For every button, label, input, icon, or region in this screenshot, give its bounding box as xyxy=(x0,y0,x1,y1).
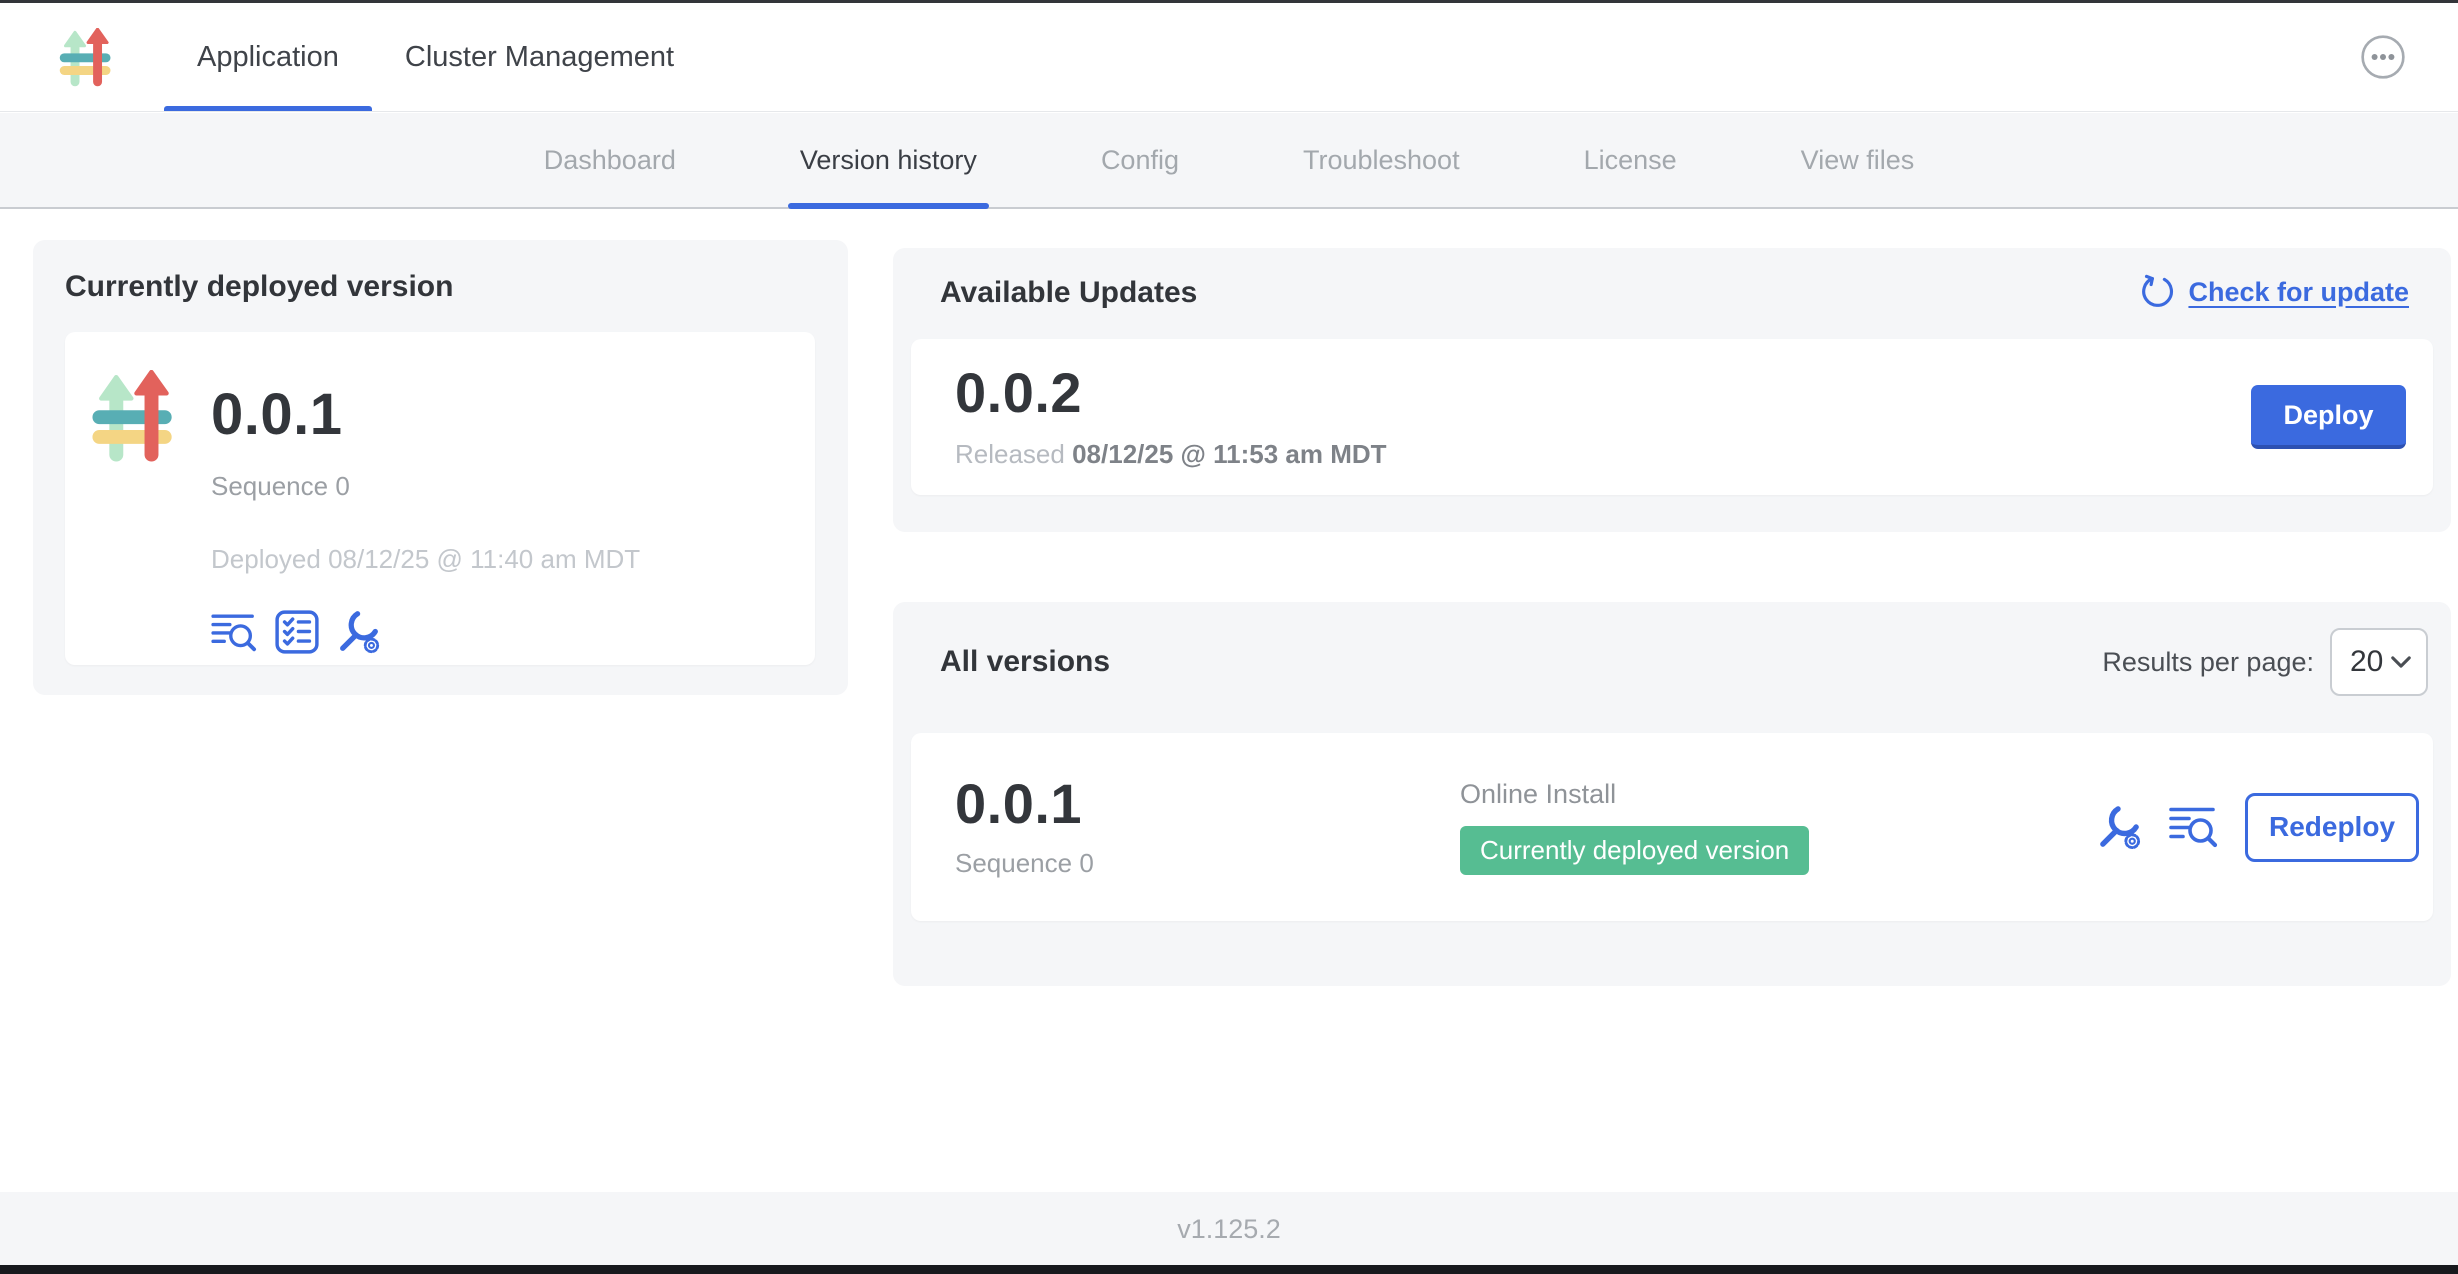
tab-version-history[interactable]: Version history xyxy=(788,113,989,207)
currently-deployed-title: Currently deployed version xyxy=(65,270,816,304)
tab-view-files-label: View files xyxy=(1801,145,1915,176)
view-diff-icon[interactable] xyxy=(2169,805,2219,849)
update-released-line: Released 08/12/25 @ 11:53 am MDT xyxy=(955,439,1387,470)
check-for-update-link[interactable]: Check for update xyxy=(2138,274,2409,311)
console-version-label: v1.125.2 xyxy=(1177,1214,1281,1245)
tab-config-label: Config xyxy=(1101,145,1179,176)
deployed-version-actions xyxy=(211,609,640,655)
version-row-info: 0.0.1 Sequence 0 xyxy=(955,776,1460,879)
chevron-down-icon xyxy=(2390,655,2412,669)
deployed-timestamp: Deployed 08/12/25 @ 11:40 am MDT xyxy=(211,544,640,575)
available-updates-title: Available Updates xyxy=(940,276,1197,310)
row-version-number: 0.0.1 xyxy=(955,776,1460,832)
tab-dashboard-label: Dashboard xyxy=(544,145,676,176)
view-diff-icon[interactable] xyxy=(211,612,258,653)
version-row: 0.0.1 Sequence 0 Online Install Currentl… xyxy=(911,733,2433,921)
redeploy-button[interactable]: Redeploy xyxy=(2245,793,2419,862)
window-bottom-strip xyxy=(0,1265,2458,1274)
available-update-info: 0.0.2 Released 08/12/25 @ 11:53 am MDT xyxy=(955,365,1387,470)
all-versions-title: All versions xyxy=(940,645,1110,679)
currently-deployed-badge: Currently deployed version xyxy=(1460,826,1809,875)
available-update-row: 0.0.2 Released 08/12/25 @ 11:53 am MDT D… xyxy=(911,339,2433,495)
install-type-label: Online Install xyxy=(1460,779,2096,810)
edit-config-icon[interactable] xyxy=(336,609,382,655)
update-version-number: 0.0.2 xyxy=(955,365,1387,421)
top-tab-application[interactable]: Application xyxy=(164,3,372,111)
deploy-button[interactable]: Deploy xyxy=(2251,385,2406,449)
top-tab-application-label: Application xyxy=(197,41,339,74)
tab-config[interactable]: Config xyxy=(1089,113,1191,207)
deployed-sequence: Sequence 0 xyxy=(211,471,640,502)
tab-dashboard[interactable]: Dashboard xyxy=(532,113,688,207)
tab-license[interactable]: License xyxy=(1572,113,1689,207)
check-for-update-label: Check for update xyxy=(2188,277,2409,308)
released-prefix: Released xyxy=(955,439,1065,469)
all-versions-card: All versions Results per page: 20 0.0.1 … xyxy=(893,602,2451,986)
tab-view-files[interactable]: View files xyxy=(1789,113,1927,207)
refresh-icon xyxy=(2138,274,2175,311)
edit-config-icon[interactable] xyxy=(2096,804,2143,851)
console-footer: v1.125.2 xyxy=(0,1192,2458,1266)
results-per-page-value: 20 xyxy=(2350,645,2383,679)
released-timestamp: 08/12/25 @ 11:53 am MDT xyxy=(1072,439,1386,469)
row-sequence: Sequence 0 xyxy=(955,848,1460,879)
preflight-checks-icon[interactable] xyxy=(275,610,319,654)
kots-admin-console: Application Cluster Management Dashboard… xyxy=(0,0,2458,1274)
deployed-version-number: 0.0.1 xyxy=(211,386,640,444)
version-row-status: Online Install Currently deployed versio… xyxy=(1460,779,2096,875)
tab-troubleshoot-label: Troubleshoot xyxy=(1303,145,1460,176)
top-nav-tabs: Application Cluster Management xyxy=(164,3,707,111)
deployed-version-info: 0.0.1 Sequence 0 Deployed 08/12/25 @ 11:… xyxy=(211,354,640,643)
ellipsis-menu-icon[interactable] xyxy=(2360,34,2406,80)
top-nav-bar: Application Cluster Management xyxy=(0,3,2458,112)
results-per-page-select[interactable]: 20 xyxy=(2330,628,2428,696)
results-per-page-label: Results per page: xyxy=(2102,647,2314,678)
app-sub-nav: Dashboard Version history Config Trouble… xyxy=(0,113,2458,209)
version-row-actions: Redeploy xyxy=(2096,793,2419,862)
top-tab-cluster-management-label: Cluster Management xyxy=(405,41,674,74)
app-logo-arrows-icon xyxy=(58,28,116,90)
tab-version-history-label: Version history xyxy=(800,145,977,176)
available-updates-header: Available Updates Check for update xyxy=(911,274,2433,311)
available-updates-card: Available Updates Check for update 0.0.2… xyxy=(893,248,2451,532)
currently-deployed-card: Currently deployed version 0.0.1 Sequenc xyxy=(33,240,848,695)
results-per-page: Results per page: 20 xyxy=(2102,628,2428,696)
tab-troubleshoot[interactable]: Troubleshoot xyxy=(1291,113,1472,207)
top-tab-cluster-management[interactable]: Cluster Management xyxy=(372,3,707,111)
currently-deployed-panel: 0.0.1 Sequence 0 Deployed 08/12/25 @ 11:… xyxy=(65,332,815,665)
all-versions-header: All versions Results per page: 20 xyxy=(911,628,2433,696)
tab-license-label: License xyxy=(1584,145,1677,176)
app-logo-arrows-icon xyxy=(91,370,179,468)
